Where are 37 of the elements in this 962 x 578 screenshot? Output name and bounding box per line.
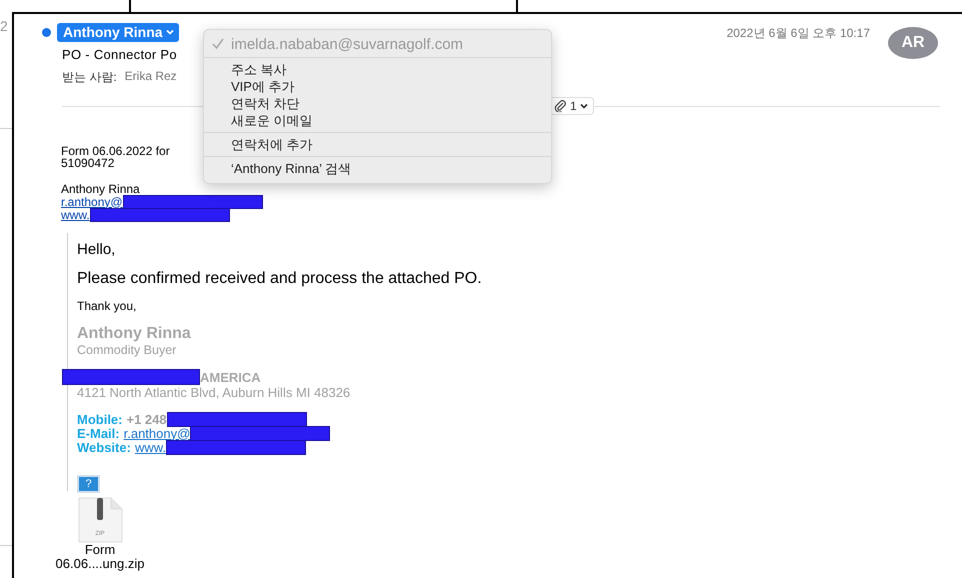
company-name: AMERICA [200,370,261,384]
chevron-icon [166,29,174,35]
email-link[interactable]: r.anthony@ [61,194,123,208]
menu-item[interactable]: VIP에 추가 [204,78,551,95]
date-text: 2022년 6월 6일 오후 10:17 [726,25,870,42]
contact-label: E-Mail: [77,426,120,440]
contact-value: +1 248 [126,412,167,426]
recipient-name: Erika Rez [124,69,177,85]
to-label: 받는 사람: [62,69,117,86]
page-number: 2 [0,18,8,34]
chevron-icon [580,103,588,109]
file-name: Form [84,543,116,557]
address-text: 4121 North Atlantic Blvd, Auburn Hills MI 48326 [77,385,352,400]
contact-link[interactable]: r.anthony@ [124,426,190,440]
body-text: Form 06.06.2022 for [61,145,170,157]
menu-item[interactable]: ‘Anthony Rinna’ 검색 [204,160,551,177]
sender-name: Anthony Rinna [61,183,140,195]
message-text: Please confirmed received and process the attached PO. [77,270,483,288]
sender-button[interactable]: Anthony Rinna [57,23,179,42]
greeting-text: Hello, [77,241,116,258]
body-text: 51090472 [61,157,114,169]
menu-item[interactable]: 연락처 차단 [204,95,551,112]
closing-text: Thank you, [77,299,138,313]
contact-label: Mobile: [77,412,122,426]
paperclip-icon [554,100,567,112]
contact-link[interactable]: www. [134,440,166,454]
missing-image-icon: ? [77,475,100,493]
signature-name: Anthony Rinna [77,325,192,343]
menu-item[interactable]: 새로운 이메일 [204,112,551,129]
website-link[interactable]: www. [61,208,90,222]
file-name: 06.06....ung.zip [56,557,144,571]
subject-text: PO - Connector Po [62,47,178,62]
menu-item[interactable]: 연락처에 추가 [204,136,551,153]
avatar: AR [888,27,938,59]
menu-item[interactable]: 주소 복사 [204,61,551,78]
job-title: Commodity Buyer [77,343,178,357]
contact-label: Website: [77,440,131,454]
